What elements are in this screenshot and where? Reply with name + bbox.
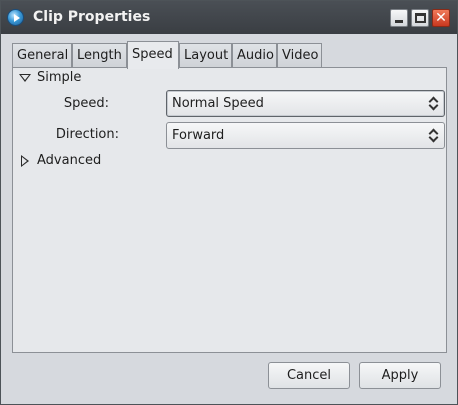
direction-select[interactable]: Forward [166,122,445,149]
minimize-button[interactable] [390,9,408,27]
close-button[interactable]: ✕ [432,9,450,27]
advanced-label: Advanced [37,153,102,168]
tab-audio[interactable]: Audio [232,43,277,68]
maximize-button[interactable] [411,9,429,27]
simple-expander[interactable]: Simple [19,70,81,85]
close-icon: ✕ [435,10,447,26]
tab-speed[interactable]: Speed [127,41,179,69]
updown-arrows-icon [429,128,438,143]
advanced-expander[interactable]: Advanced [19,153,101,168]
speed-value: Normal Speed [172,96,264,111]
speed-select[interactable]: Normal Speed [166,90,445,117]
speed-label: Speed: [63,96,109,111]
title-bar[interactable]: Clip Properties ✕ [1,1,457,34]
cancel-button[interactable]: Cancel [268,362,350,389]
direction-label: Direction: [55,127,119,142]
speed-panel: Simple Speed: Normal Speed Direction: Fo… [12,67,447,353]
direction-value: Forward [172,128,225,143]
simple-label: Simple [37,70,82,85]
updown-arrows-icon [429,96,438,111]
expander-collapsed-icon [21,154,29,167]
clip-properties-window: Clip Properties ✕ General Length Speed L… [0,0,458,405]
app-icon [7,9,24,26]
tab-length[interactable]: Length [72,43,127,68]
tab-general[interactable]: General [12,43,72,68]
minimize-icon [395,20,403,23]
apply-button[interactable]: Apply [359,362,441,389]
window-title: Clip Properties [33,9,151,25]
tab-layout[interactable]: Layout [179,43,232,68]
maximize-icon [415,13,426,23]
tab-video[interactable]: Video [277,43,322,68]
expander-expanded-icon [19,73,31,82]
